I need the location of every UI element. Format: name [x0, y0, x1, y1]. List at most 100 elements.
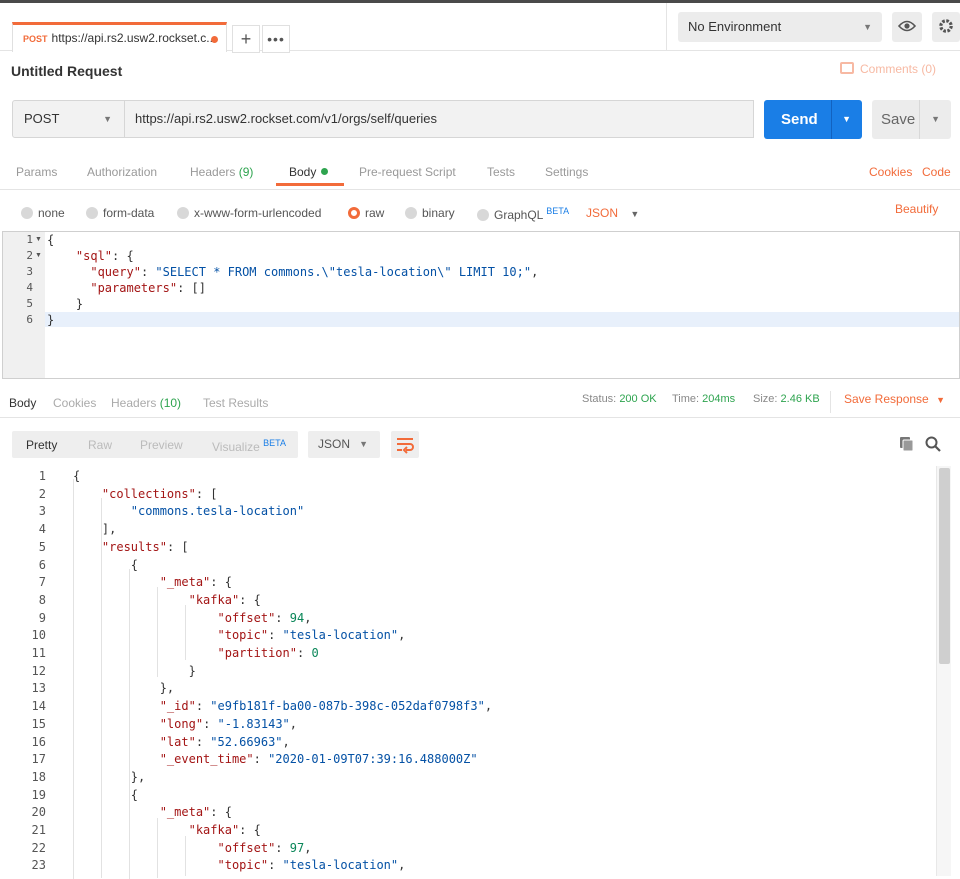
environment-quick-look-button[interactable] — [892, 12, 922, 42]
code-token: : — [275, 610, 290, 625]
request-tab[interactable]: POST https://api.rs2.usw2.rockset.c... — [12, 22, 227, 52]
send-options-chevron-icon[interactable]: ▼ — [842, 100, 851, 139]
save-response-button[interactable]: Save Response ▼ — [844, 392, 945, 406]
response-scrollbar[interactable] — [936, 466, 951, 876]
manage-environments-button[interactable] — [932, 12, 960, 42]
save-button[interactable]: Save ▼ — [872, 100, 951, 139]
status-label: Status: — [582, 393, 617, 405]
line-number: 18 — [31, 769, 46, 784]
send-button[interactable]: Send ▼ — [764, 100, 862, 139]
code-token: , — [289, 716, 297, 731]
comments-button[interactable]: Comments (0) — [840, 62, 936, 76]
response-body-viewer[interactable]: 1{2 "collections": [3 "commons.tesla-loc… — [0, 466, 960, 879]
scrollbar-thumb[interactable] — [939, 468, 950, 664]
view-preview[interactable]: Preview — [140, 438, 183, 452]
wrap-lines-button[interactable] — [391, 431, 419, 458]
radio-form-data[interactable]: form-data — [86, 206, 154, 220]
code-token: : { — [239, 823, 261, 837]
copy-icon[interactable] — [898, 435, 916, 453]
code-token: : [] — [177, 281, 206, 295]
code-token: "tesla-location" — [282, 858, 399, 873]
time-value: 204ms — [702, 393, 736, 405]
request-body-editor[interactable]: 1 ▼ {2 ▼ "sql": {3 "query": "SELECT * FROM … — [2, 231, 960, 379]
beautify-link[interactable]: Beautify — [895, 202, 938, 216]
code-link[interactable]: Code — [922, 165, 951, 179]
save-options-chevron-icon[interactable]: ▼ — [931, 100, 940, 139]
radio-raw[interactable]: raw — [348, 206, 384, 220]
line-number: 23 — [31, 858, 46, 873]
response-format-select[interactable]: JSON ▼ — [308, 431, 380, 458]
unsaved-dot-icon — [211, 36, 218, 43]
line-number: 3 — [38, 504, 46, 519]
radio-none[interactable]: none — [21, 206, 65, 220]
fold-toggle-icon[interactable]: ▼ — [35, 252, 42, 259]
radio-graphql[interactable]: GraphQL BETA — [477, 206, 569, 222]
code-line: { — [47, 233, 54, 247]
chevron-down-icon: ▼ — [359, 439, 368, 449]
request-title[interactable]: Untitled Request — [11, 63, 122, 79]
response-tab-headers[interactable]: Headers (10) — [111, 396, 181, 410]
tab-params[interactable]: Params — [16, 165, 57, 179]
line-number: 6 — [38, 557, 46, 572]
line-number: 19 — [31, 787, 46, 802]
method-select[interactable]: POST ▼ — [12, 100, 125, 138]
radio-urlencoded[interactable]: x-www-form-urlencoded — [177, 206, 321, 220]
tab-body-label: Body — [289, 165, 317, 179]
view-visualize[interactable]: Visualize BETA — [212, 438, 286, 454]
code-line: "sql": { — [47, 249, 134, 263]
line-number: 13 — [31, 681, 46, 696]
tab-settings[interactable]: Settings — [545, 165, 588, 179]
code-token: "SELECT * FROM commons.\"tesla-location\… — [155, 265, 532, 279]
code-token: : [ — [166, 539, 189, 554]
tab-tests[interactable]: Tests — [487, 165, 515, 179]
code-token: "offset" — [217, 610, 276, 625]
size-info: Size: 2.46 KB — [753, 393, 820, 405]
tab-pre-request-script[interactable]: Pre-request Script — [359, 165, 456, 179]
tab-body[interactable]: Body — [289, 165, 329, 179]
url-input[interactable]: https://api.rs2.usw2.rockset.com/v1/orgs… — [125, 100, 754, 138]
code-token: "lat" — [159, 734, 196, 749]
code-token: 97 — [289, 840, 305, 855]
search-icon[interactable] — [924, 435, 942, 453]
size-value: 2.46 KB — [780, 393, 820, 405]
line-number: 14 — [31, 699, 46, 714]
response-tab-body[interactable]: Body — [9, 396, 36, 410]
code-token: "offset" — [217, 840, 276, 855]
line-number: 16 — [31, 734, 46, 749]
code-token: , — [398, 858, 406, 873]
code-token: "_meta" — [159, 805, 211, 820]
response-tab-headers-label: Headers — [111, 396, 157, 410]
body-format-label: JSON — [586, 206, 619, 220]
tab-headers[interactable]: Headers (9) — [190, 165, 253, 179]
radio-circle-icon — [405, 207, 417, 219]
environment-label: No Environment — [688, 19, 782, 34]
environment-select[interactable]: No Environment ▼ — [678, 12, 882, 42]
view-pretty[interactable]: Pretty — [26, 438, 57, 452]
new-tab-button[interactable]: + — [232, 25, 260, 53]
cookies-link[interactable]: Cookies — [869, 165, 912, 179]
line-number: 20 — [31, 805, 46, 820]
response-tab-cookies[interactable]: Cookies — [53, 396, 96, 410]
body-format-select[interactable]: JSON ▼ — [586, 206, 639, 220]
radio-binary[interactable]: binary — [405, 206, 455, 220]
code-line: { — [73, 469, 80, 483]
active-tab-indicator — [276, 183, 344, 186]
view-raw[interactable]: Raw — [88, 438, 112, 452]
beta-badge: BETA — [546, 206, 570, 216]
code-token: : — [195, 734, 211, 749]
code-token: { — [73, 469, 81, 483]
fold-toggle-icon[interactable]: ▼ — [35, 236, 42, 243]
response-tab-test-results[interactable]: Test Results — [203, 396, 268, 410]
more-tabs-button[interactable]: ••• — [262, 25, 290, 53]
divider — [919, 100, 920, 139]
code-token: "_id" — [159, 699, 196, 714]
tab-authorization[interactable]: Authorization — [87, 165, 157, 179]
time-info: Time: 204ms — [672, 393, 735, 405]
radio-binary-label: binary — [422, 206, 455, 220]
code-token: , — [484, 699, 493, 714]
